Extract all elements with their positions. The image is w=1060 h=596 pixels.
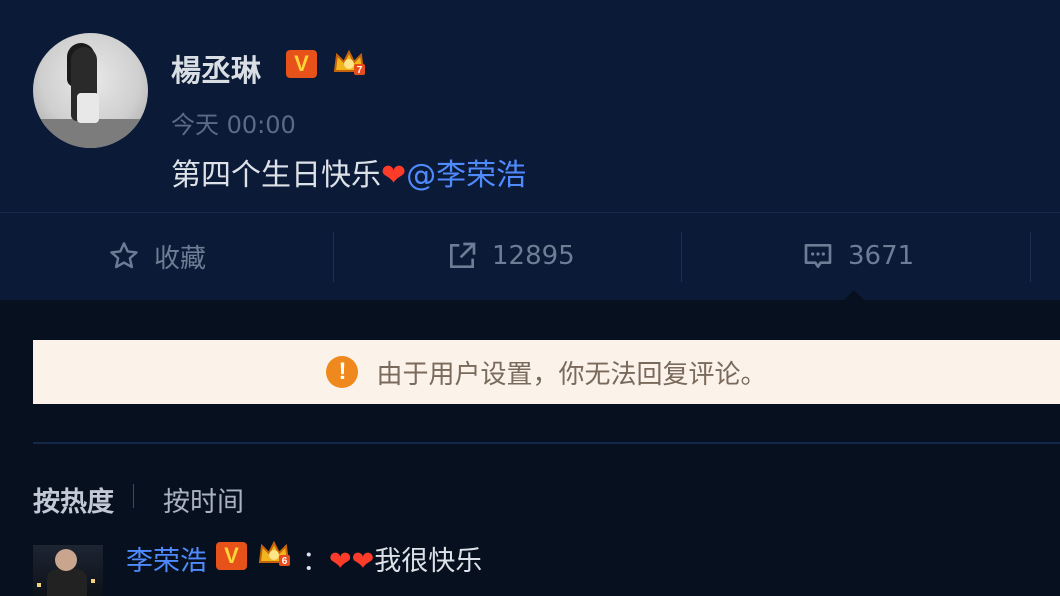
section-divider [33, 442, 1060, 444]
action-divider [1030, 232, 1031, 282]
verified-badge-icon: V [216, 542, 247, 570]
heart-emoji: ❤ [381, 158, 407, 193]
action-divider [681, 232, 682, 282]
comment-button[interactable]: 3671 [802, 212, 914, 300]
member-level: 6 [282, 556, 288, 567]
reply-restricted-notice: ! 由于用户设置，你无法回复评论。 [33, 340, 1060, 404]
heart-emoji: ❤❤ [329, 546, 375, 577]
member-crown-icon[interactable]: 7 [332, 47, 366, 77]
member-level: 7 [357, 65, 363, 76]
comment-icon [804, 244, 832, 268]
poster-username[interactable]: 楊丞琳 [171, 46, 261, 90]
commenter-username[interactable]: 李荣浩 [126, 539, 207, 578]
comment-content: ：❤❤我很快乐 [302, 539, 482, 578]
post-text: 第四个生日快乐 [171, 158, 381, 193]
repost-button[interactable]: 12895 [446, 212, 575, 300]
post-content: 第四个生日快乐❤@李荣浩 [171, 150, 526, 194]
share-icon [450, 242, 476, 268]
member-crown-icon[interactable]: 6 [257, 538, 291, 568]
action-divider [333, 232, 334, 282]
notice-text: 由于用户设置，你无法回复评论。 [376, 359, 767, 390]
verified-badge-icon: V [286, 50, 317, 78]
star-icon [110, 242, 138, 269]
sort-by-hot-tab[interactable]: 按热度 [33, 480, 114, 519]
mention-link[interactable]: @李荣浩 [406, 158, 526, 193]
sort-separator [133, 484, 134, 508]
comment-text: 我很快乐 [374, 546, 483, 577]
sort-by-time-tab[interactable]: 按时间 [163, 480, 244, 519]
comment-colon: ： [302, 546, 329, 577]
repost-count: 12895 [492, 241, 575, 271]
comment-count: 3671 [848, 241, 915, 271]
post-card [0, 0, 1060, 212]
post-time: 今天 00:00 [171, 111, 296, 139]
active-tab-pointer [842, 290, 866, 302]
favorite-button[interactable]: 收藏 [108, 212, 206, 300]
poster-avatar[interactable] [33, 33, 148, 148]
warning-icon: ! [326, 356, 359, 388]
favorite-label: 收藏 [154, 243, 207, 274]
commenter-avatar[interactable] [33, 545, 103, 596]
